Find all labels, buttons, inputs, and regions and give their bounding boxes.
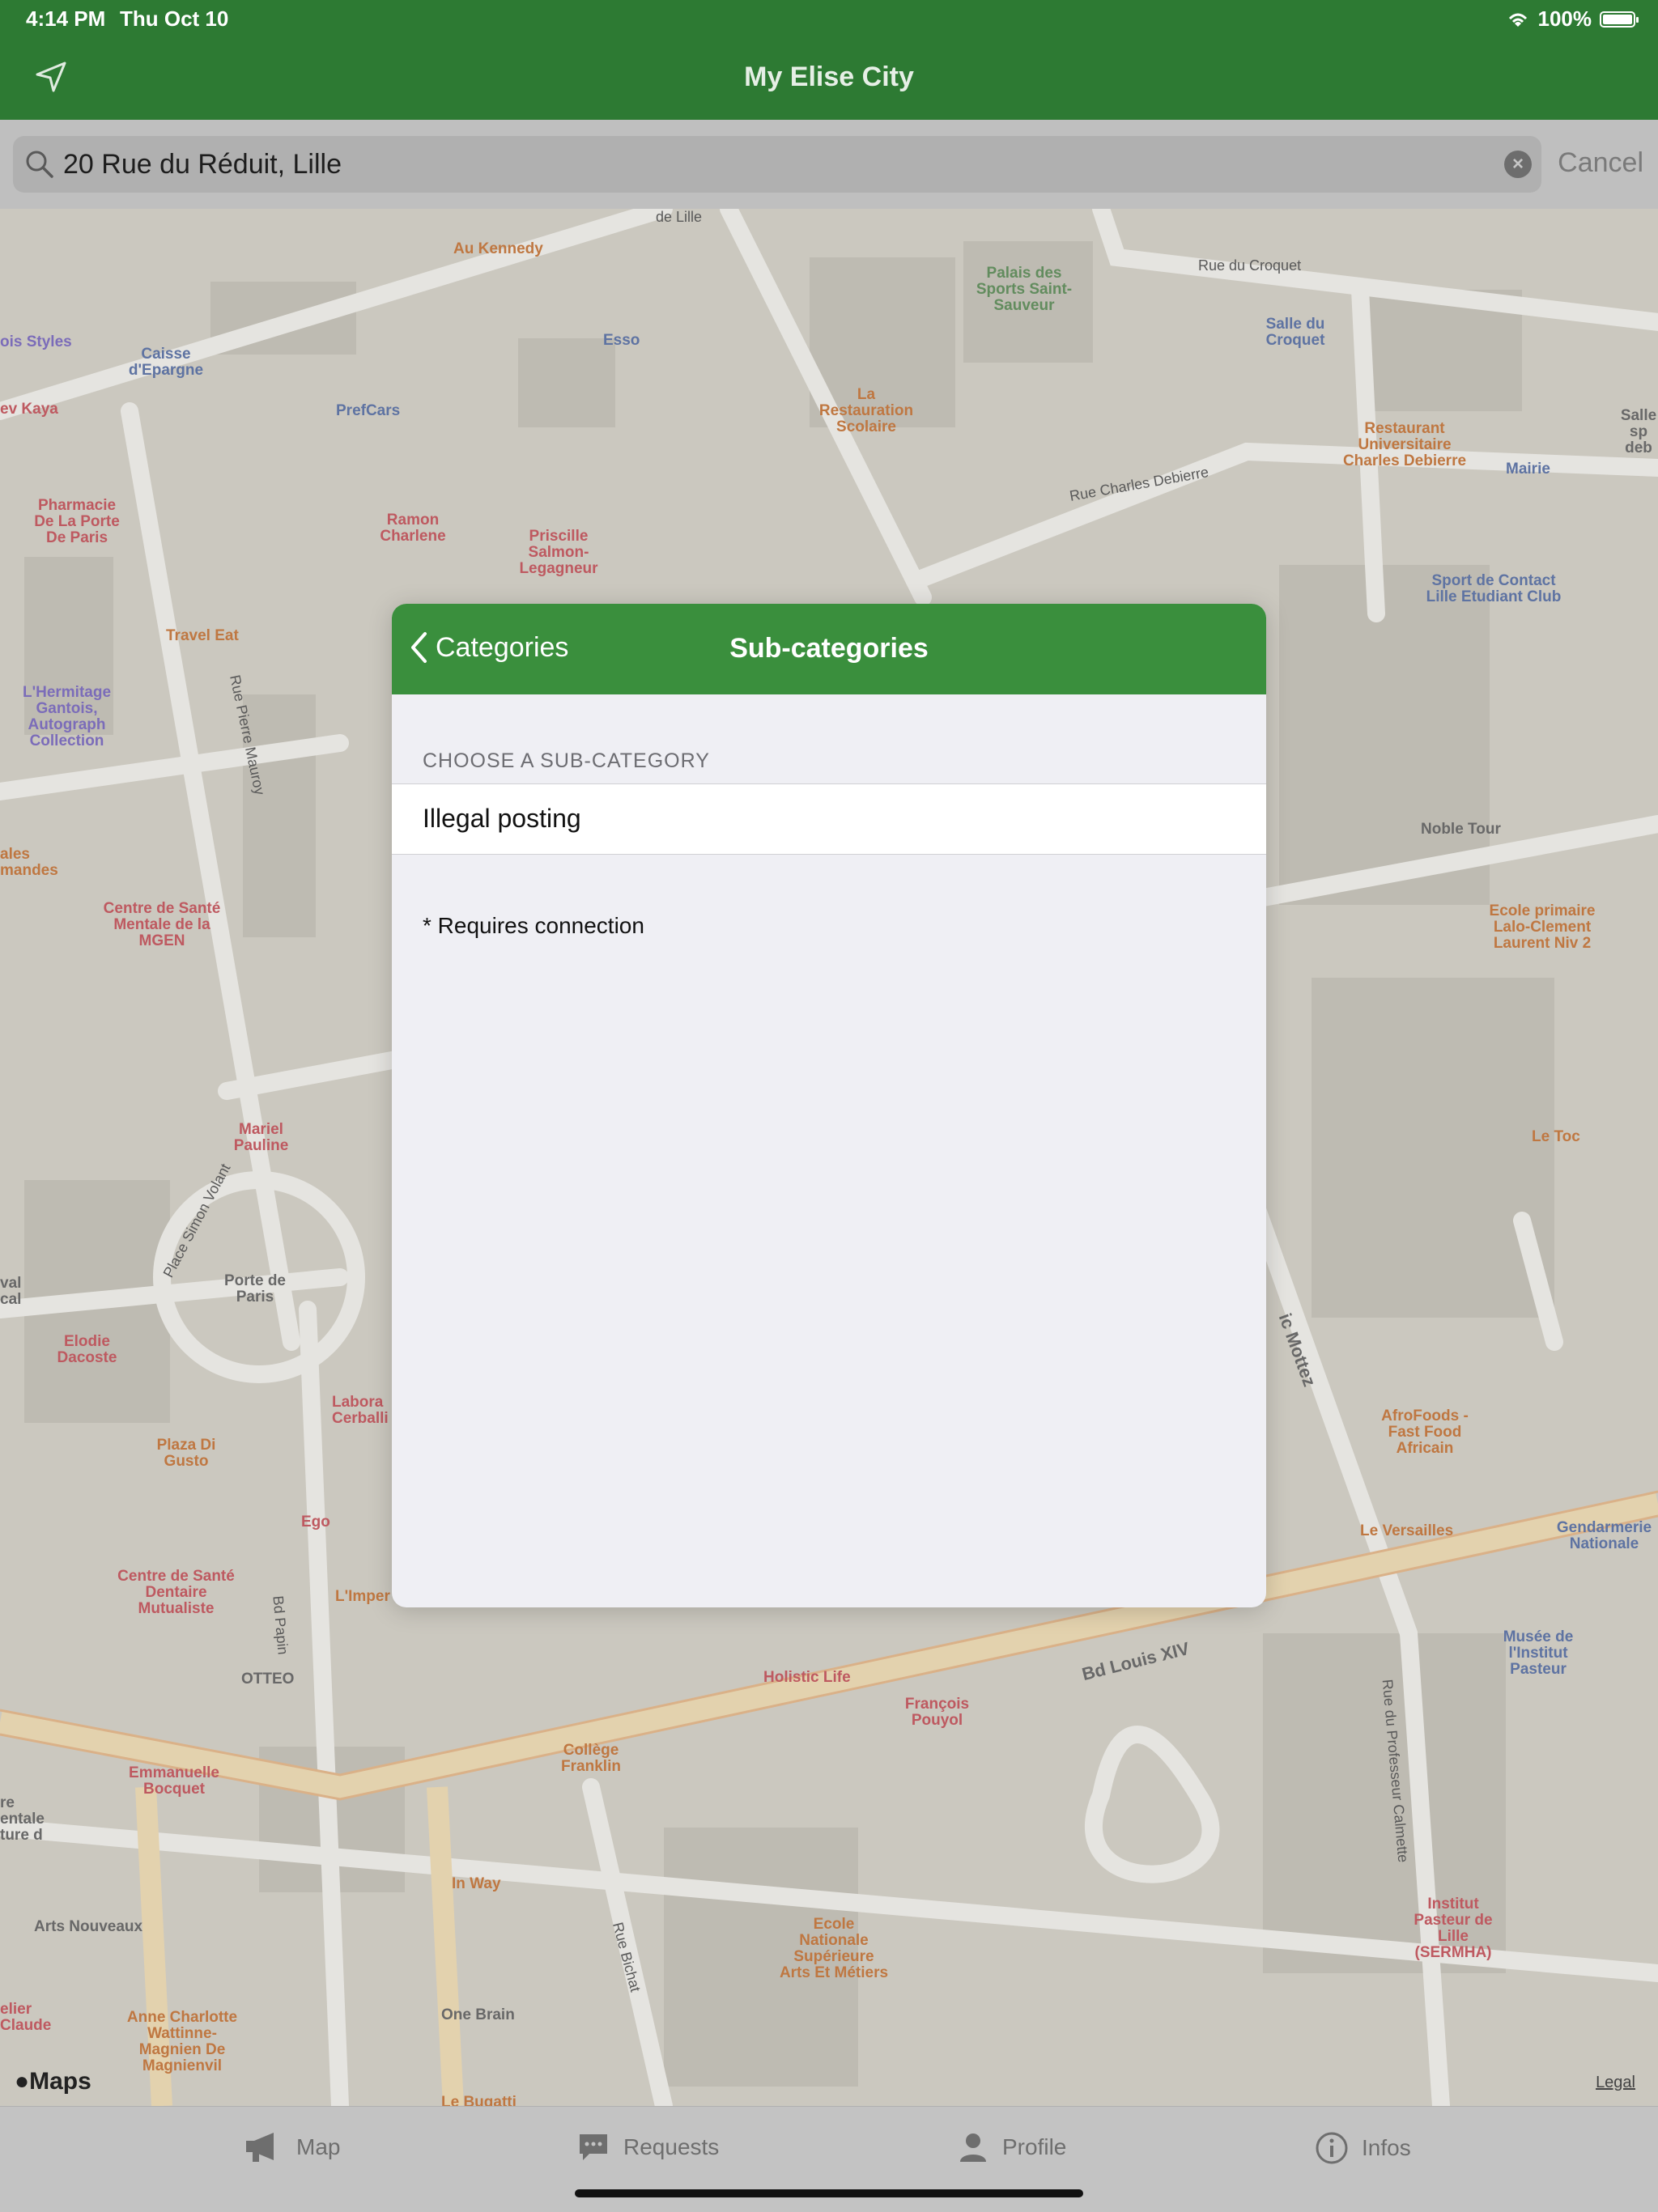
tab-infos[interactable]: Infos [1315, 2131, 1411, 2165]
status-right: 100% [1506, 6, 1639, 32]
person-icon [960, 2133, 986, 2162]
chat-bubble-icon [580, 2134, 607, 2160]
battery-icon [1600, 11, 1639, 28]
tab-label: Infos [1362, 2135, 1411, 2160]
maps-logo-text: Maps [29, 2068, 91, 2095]
list-item-label: Illegal posting [423, 804, 581, 833]
section-header: CHOOSE A SUB-CATEGORY [423, 749, 710, 772]
home-indicator [575, 2189, 1083, 2197]
nav-bar: My Elise City [0, 39, 1658, 120]
legal-link[interactable]: Legal [1596, 2074, 1635, 2092]
tab-profile[interactable]: Profile [957, 2131, 1066, 2163]
apple-logo-icon: ● [15, 2068, 30, 2095]
tab-label: Map [296, 2134, 341, 2159]
battery-percent: 100% [1537, 6, 1592, 31]
tab-requests[interactable]: Requests [576, 2131, 719, 2163]
status-date: Thu Oct 10 [120, 6, 229, 31]
sub-categories-modal: Categories Sub-categories CHOOSE A SUB-C… [392, 604, 1266, 1607]
list-item[interactable]: Illegal posting [392, 783, 1266, 855]
tab-map[interactable]: Map [243, 2131, 340, 2163]
modal-title: Sub-categories [729, 633, 929, 664]
maps-logo: ●Maps [15, 2068, 91, 2095]
status-bar: 4:14 PM Thu Oct 10 100% [0, 0, 1658, 39]
footnote: * Requires connection [423, 913, 644, 938]
modal-header: Categories Sub-categories [392, 604, 1266, 694]
app-title: My Elise City [744, 62, 914, 92]
megaphone-icon [246, 2133, 274, 2162]
info-circle-icon [1316, 2132, 1348, 2164]
tab-label: Requests [623, 2134, 720, 2159]
tab-label: Profile [1002, 2134, 1067, 2159]
wifi-icon [1508, 13, 1527, 27]
status-time: 4:14 PM [26, 6, 106, 31]
